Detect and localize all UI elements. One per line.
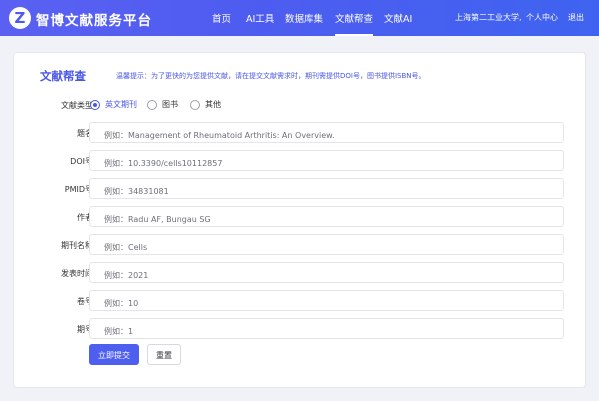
journal-field (89, 234, 564, 257)
doi-input[interactable] (90, 154, 563, 173)
literature-request-form: 文献帮查 温馨提示：为了更快的为您提供文献，请在提交文献需求时，期刊需提供DOI… (13, 52, 586, 388)
user-center-link[interactable]: 个人中心 (526, 12, 558, 23)
pubdate-input[interactable] (90, 266, 563, 285)
radio-checked-icon (90, 99, 100, 110)
radio-book[interactable]: 图书 (147, 99, 178, 110)
author-label: 作者 (77, 213, 93, 222)
nav-ai-tools[interactable]: AI工具 (246, 11, 274, 25)
reset-button[interactable]: 重置 (147, 344, 181, 365)
nav-databases[interactable]: 数据库集 (285, 11, 323, 25)
doi-field (89, 150, 564, 173)
pmid-input[interactable] (90, 182, 563, 201)
form-hint: 温馨提示：为了更快的为您提供文献，请在提交文献需求时，期刊需提供DOI号，图书提… (116, 72, 426, 80)
type-label: 文献类型 (61, 101, 93, 110)
pubdate-field (89, 262, 564, 285)
volume-label: 卷号 (77, 297, 93, 306)
doi-label: DOI号 (70, 157, 93, 166)
radio-english-journal[interactable]: 英文期刊 (90, 99, 137, 110)
radio-label: 英文期刊 (105, 100, 137, 109)
volume-input[interactable] (90, 294, 563, 313)
form-title: 文献帮查 (40, 69, 86, 83)
nav-home[interactable]: 首页 (212, 11, 231, 25)
school-name: 上海第二工业大学, (455, 13, 522, 22)
issue-field (89, 318, 564, 341)
submit-button[interactable]: 立即提交 (89, 344, 139, 365)
radio-other[interactable]: 其他 (190, 99, 221, 110)
radio-unchecked-icon (147, 99, 157, 110)
journal-input[interactable] (90, 238, 563, 257)
top-navigation-bar: Z 智博文献服务平台 首页 AI工具 数据库集 文献帮查 文献AI 上海第二工业… (0, 0, 599, 36)
logo-icon: Z (9, 7, 31, 29)
logout-link[interactable]: 退出 (568, 12, 584, 23)
pmid-label: PMID号 (64, 185, 93, 194)
author-field (89, 206, 564, 229)
volume-field (89, 290, 564, 313)
issue-input[interactable] (90, 322, 563, 341)
pmid-field (89, 178, 564, 201)
journal-label: 期刊名称 (61, 241, 93, 250)
radio-label: 图书 (162, 100, 178, 109)
author-input[interactable] (90, 210, 563, 229)
pubdate-label: 发表时间 (61, 269, 93, 278)
nav-literature-ai[interactable]: 文献AI (384, 11, 412, 25)
radio-label: 其他 (205, 100, 221, 109)
nav-literature-help[interactable]: 文献帮查 (335, 11, 374, 36)
title-label: 题名 (77, 129, 93, 138)
brand-title[interactable]: 智博文献服务平台 (36, 9, 152, 29)
issue-label: 期号 (77, 325, 93, 334)
radio-unchecked-icon (190, 99, 200, 110)
title-input[interactable] (90, 126, 563, 145)
title-field (89, 122, 564, 145)
